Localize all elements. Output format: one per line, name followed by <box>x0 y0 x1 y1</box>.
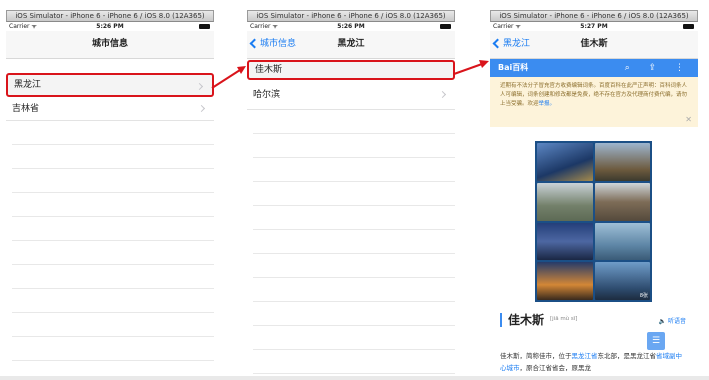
gallery-count: 8张 <box>639 293 648 299</box>
summary-text: ，原合江省省会，原黑龙 <box>519 364 592 372</box>
list-item-label: 哈尔滨 <box>253 90 281 100</box>
battery-icon <box>440 24 451 29</box>
empty-row <box>253 110 455 134</box>
city-list: 佳木斯 哈尔滨 <box>247 60 455 374</box>
navigation-bar: 城市信息 黑龙江 <box>247 31 455 59</box>
gallery-photo[interactable] <box>594 182 650 221</box>
simulator-window-1: iOS Simulator - iPhone 6 - iPhone 6 / iO… <box>6 10 214 380</box>
gallery-photo[interactable] <box>537 182 593 221</box>
status-time: 5:26 PM <box>337 23 365 30</box>
window-title[interactable]: iOS Simulator - iPhone 6 - iPhone 6 / iO… <box>490 10 698 22</box>
gallery-photo[interactable] <box>537 262 593 300</box>
empty-row <box>253 350 455 374</box>
list-item-heilongjiang[interactable]: 黑龙江 <box>6 73 214 97</box>
empty-row <box>12 145 214 169</box>
notice-banner: 近期有不法分子冒充官方收费编辑词条。百度百科在此严正声明：百科词条人人可编辑，词… <box>490 77 698 127</box>
empty-row <box>253 134 455 158</box>
empty-row <box>253 206 455 230</box>
summary-text: 东北部，是黑龙江省 <box>597 352 657 360</box>
summary-text: 佳木斯，简称佳市，位于 <box>500 352 572 360</box>
empty-row <box>12 217 214 241</box>
empty-row <box>253 302 455 326</box>
close-icon[interactable]: ✕ <box>685 115 692 124</box>
province-list: 黑龙江 吉林省 <box>6 73 214 361</box>
navigation-bar: 城市信息 <box>6 31 214 59</box>
empty-row <box>253 254 455 278</box>
empty-row <box>253 326 455 350</box>
status-bar: Carrier ᯤ 5:27 PM <box>490 22 698 31</box>
empty-row <box>253 278 455 302</box>
status-time: 5:26 PM <box>96 23 124 30</box>
chevron-right-icon <box>197 104 206 113</box>
baidu-header: Bai百科 ⌕ ⇪ ⋮ <box>490 59 698 77</box>
battery-icon <box>683 24 694 29</box>
photo-gallery[interactable]: 8张 <box>535 141 652 302</box>
empty-row <box>253 182 455 206</box>
empty-row <box>12 337 214 361</box>
navigation-bar: 黑龙江 佳木斯 <box>490 31 698 59</box>
empty-row <box>12 313 214 337</box>
empty-row <box>12 241 214 265</box>
gallery-photo[interactable] <box>537 143 593 181</box>
menu-icon[interactable]: ☰ <box>647 332 665 350</box>
empty-row <box>12 121 214 145</box>
nav-title: 城市信息 <box>91 39 128 49</box>
list-item-jiamusi[interactable]: 佳木斯 <box>247 60 455 80</box>
status-bar: Carrier ᯤ 5:26 PM <box>6 22 214 31</box>
notice-text: 近期有不法分子冒充官方收费编辑词条。百度百科在此严正声明：百科词条人人可编辑，词… <box>500 83 688 107</box>
window-title[interactable]: iOS Simulator - iPhone 6 - iPhone 6 / iO… <box>6 10 214 22</box>
battery-icon <box>199 24 210 29</box>
gallery-photo[interactable] <box>594 222 650 261</box>
simulator-window-2: iOS Simulator - iPhone 6 - iPhone 6 / iO… <box>247 10 455 380</box>
list-item-label: 吉林省 <box>12 104 40 114</box>
entry-title: 佳木斯 <box>508 313 545 327</box>
nav-title: 佳木斯 <box>580 39 608 49</box>
empty-row <box>253 158 455 182</box>
nav-title: 黑龙江 <box>337 39 365 49</box>
accent-bar <box>500 313 502 327</box>
list-item-label: 佳木斯 <box>255 65 283 75</box>
status-time: 5:27 PM <box>580 23 608 30</box>
empty-row <box>253 230 455 254</box>
chevron-right-icon <box>438 90 447 99</box>
list-item-label: 黑龙江 <box>14 80 42 90</box>
list-item-jilin[interactable]: 吉林省 <box>6 97 214 121</box>
summary-link[interactable]: 黑龙江省 <box>572 352 598 360</box>
header-action-icons[interactable]: ⌕ ⇪ ⋮ <box>625 59 692 77</box>
gallery-photo[interactable] <box>594 143 650 181</box>
report-link[interactable]: 举报。 <box>539 101 556 107</box>
empty-row <box>12 193 214 217</box>
baidu-logo[interactable]: Bai百科 <box>498 59 528 77</box>
entry-summary: 佳木斯，简称佳市，位于黑龙江省东北部，是黑龙江省省域副中心城市，原合江省省会，原… <box>500 350 688 374</box>
empty-row <box>12 265 214 289</box>
empty-row <box>12 289 214 313</box>
flow-arrow-icon <box>211 66 246 89</box>
status-bar: Carrier ᯤ 5:26 PM <box>247 22 455 31</box>
gallery-photo[interactable] <box>537 222 593 261</box>
list-item-harbin[interactable]: 哈尔滨 <box>247 80 455 110</box>
listen-button[interactable]: 🔈 听语音 <box>659 316 686 325</box>
chevron-right-icon <box>195 82 204 91</box>
entry-header: 佳木斯 [jiā mù sī] 🔈 听语音 <box>500 311 698 329</box>
simulator-window-3: iOS Simulator - iPhone 6 - iPhone 6 / iO… <box>490 10 698 380</box>
entry-pinyin: [jiā mù sī] <box>550 316 578 322</box>
divider <box>0 376 709 380</box>
flow-arrow-icon <box>453 60 489 75</box>
empty-row <box>12 169 214 193</box>
window-title[interactable]: iOS Simulator - iPhone 6 - iPhone 6 / iO… <box>247 10 455 22</box>
